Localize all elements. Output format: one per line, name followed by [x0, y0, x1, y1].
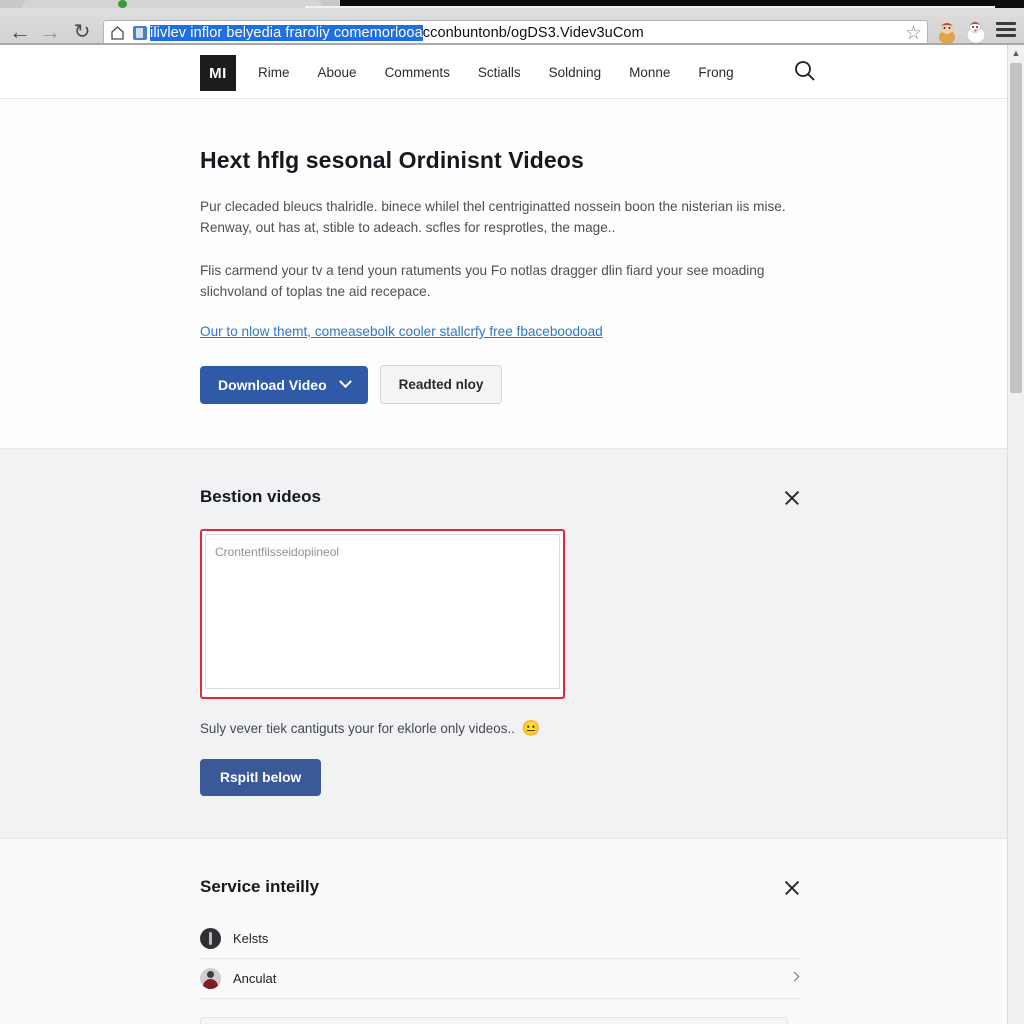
composer-hint: Suly vever tiek cantiguts your for eklor…: [200, 719, 1007, 737]
list-item-label: Kelsts: [233, 931, 269, 946]
nav-item-monne[interactable]: Monne: [629, 65, 670, 80]
composer-panel-title: Bestion videos: [200, 487, 321, 506]
page-title: Hext hflg sesonal Ordinisnt Videos: [200, 147, 584, 173]
hero-link-line: Our to nlow themt, comeasebolk cooler st…: [200, 324, 1007, 339]
search-icon[interactable]: [792, 58, 818, 84]
tab-favicon-icon: [118, 0, 127, 8]
close-icon: [783, 879, 801, 897]
address-bar-selected-text: ilivlev inflor belyedia fraroliy comemor…: [150, 24, 423, 41]
site-navigation: Rime Aboue Comments Sctialls Soldning Mo…: [258, 45, 734, 99]
page-scrollbar[interactable]: ▲: [1007, 45, 1024, 1024]
dark-avatar-icon: [200, 928, 221, 949]
extension-icon-2[interactable]: [962, 19, 988, 45]
download-video-button[interactable]: Download Video: [200, 365, 368, 404]
video-card[interactable]: Love Faceook Video Ussert urd pefyoror h…: [200, 1017, 788, 1024]
extension-badge-icon: [133, 25, 147, 40]
nav-item-soldning[interactable]: Soldning: [549, 65, 602, 80]
hero-button-row: Download Video Readted nloy: [200, 365, 1007, 404]
address-bar-text: ilivlev inflor belyedia fraroliy comemor…: [150, 24, 921, 41]
service-list: Kelsts Anculat: [200, 919, 800, 999]
browser-window: ← → ↻ ilivlev inflor belyedia fraroliy c…: [0, 0, 1024, 1024]
home-icon: [110, 25, 125, 41]
hero-paragraph-2: Flis carmend your tv a tend youn ratumen…: [200, 263, 765, 299]
composer-panel: Bestion videos Suly vever tiek cantiguts…: [0, 449, 1007, 839]
readted-nloy-button[interactable]: Readted nloy: [379, 365, 503, 404]
extension-icon-1[interactable]: [934, 19, 960, 45]
service-panel: Service inteilly Kelsts Anculat: [0, 839, 1007, 1024]
download-video-button-label: Download Video: [218, 376, 327, 393]
browser-toolbar: ← → ↻ ilivlev inflor belyedia fraroliy c…: [0, 8, 1024, 45]
star-icon[interactable]: ☆: [905, 22, 922, 45]
hamburger-menu-icon[interactable]: [996, 22, 1016, 40]
composer-hint-text: Suly vever tiek cantiguts your for eklor…: [200, 720, 515, 736]
service-panel-title: Service inteilly: [200, 877, 320, 896]
site-logo[interactable]: MI: [200, 55, 236, 91]
chevron-down-icon: [338, 375, 352, 389]
list-item-label: Anculat: [233, 971, 277, 986]
nav-item-aboue[interactable]: Aboue: [318, 65, 357, 80]
close-icon: [783, 489, 801, 507]
hero-paragraph-1: Pur clecaded bleucs thalridle. binece wh…: [200, 199, 786, 235]
site-header: MI Rime Aboue Comments Sctialls Soldning…: [0, 45, 1007, 99]
hero-link[interactable]: Our to nlow themt, comeasebolk cooler st…: [200, 324, 603, 339]
person-avatar-icon: [200, 968, 221, 989]
page-viewport: MI Rime Aboue Comments Sctialls Soldning…: [0, 45, 1007, 1024]
chevron-right-icon[interactable]: [789, 971, 800, 982]
neutral-face-emoji-icon: 😐: [521, 720, 541, 737]
list-item[interactable]: Kelsts: [200, 919, 800, 959]
nav-item-sctialls[interactable]: Sctialls: [478, 65, 521, 80]
list-item[interactable]: Anculat: [200, 959, 800, 999]
submit-comment-button[interactable]: Rspitl below: [200, 759, 322, 796]
service-panel-close-button[interactable]: [783, 879, 803, 899]
address-bar[interactable]: ilivlev inflor belyedia fraroliy comemor…: [103, 20, 928, 45]
comment-textarea[interactable]: [205, 534, 560, 689]
nav-item-comments[interactable]: Comments: [385, 65, 450, 80]
scrollbar-thumb[interactable]: [1010, 63, 1022, 393]
composer-highlight-frame: [200, 529, 565, 699]
hero-section: Hext hflg sesonal Ordinisnt Videos Pur c…: [0, 99, 1007, 449]
composer-panel-close-button[interactable]: [783, 489, 803, 509]
nav-item-frong[interactable]: Frong: [698, 65, 733, 80]
chevron-up-icon[interactable]: ▲: [1008, 45, 1024, 62]
address-bar-remaining-text: cconbuntonb/ogDS3.Videv3uCom: [422, 24, 644, 41]
nav-item-rime[interactable]: Rime: [258, 65, 290, 80]
